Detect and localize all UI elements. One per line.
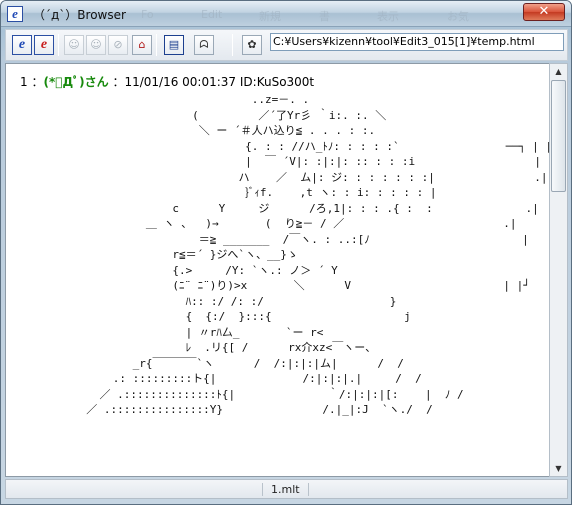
title-ghost-text: Edit <box>201 8 223 21</box>
post-author[interactable]: (*ﾟДﾟ)さん <box>43 75 108 89</box>
post-header: 1 ：(*ﾟДﾟ)さん ：11/01/16 00:01:37 ID:KuSo30… <box>20 73 314 90</box>
ascii-art-line: ／ .:::::::::::::::Y} /.|_|:J `ヽ./ / <box>20 403 433 416</box>
app-icon: e <box>7 6 23 22</box>
open-alt-button[interactable]: e <box>34 35 54 55</box>
ascii-art-line: (ﾆ¨ ﾆ¨)り)>x ＼ V | |┘ <box>20 279 530 292</box>
open-button[interactable]: e <box>12 35 32 55</box>
stop-button[interactable]: ⊘ <box>108 35 128 55</box>
scroll-down-icon[interactable]: ▼ <box>551 461 566 476</box>
ascii-art-line: ハ ／ ム|: ジ: : : : : : :| .| <box>20 170 548 184</box>
ascii-art-line: ＿ ヽ 、 )→ ( り≧－ / ／ .| <box>20 217 517 230</box>
address-input[interactable]: C:¥Users¥kizenn¥tool¥Edit3_015[1]¥temp.h… <box>270 33 564 51</box>
ascii-art-line: { {:/ }:::{ j <box>20 310 411 323</box>
title-bar[interactable]: e （´д`）Browser Fo Edit 新規 書 表示 お気 ✕ <box>1 1 571 27</box>
back-face-icon: ☺ <box>68 38 80 51</box>
ascii-art-line: _r{￣￣￣￣`ヽ / /:|:|:|ム| / / <box>20 356 404 370</box>
forward-face-icon: ☺ <box>90 38 102 51</box>
ascii-art: ..z=－. . ( ／´了Yr彡 ｀i:. :. ＼ ＼ ー ´＃人ハ込り≦ … <box>20 92 549 418</box>
settings-button[interactable]: ✿ <box>242 35 262 55</box>
post-info: ：11/01/16 00:01:37 ID:KuSo300t <box>112 75 315 89</box>
title-ghost-text: Fo <box>141 8 154 21</box>
back-button[interactable]: ☺ <box>64 35 84 55</box>
ie-red-icon: e <box>40 37 48 52</box>
post-view: 1 ：(*ﾟДﾟ)さん ：11/01/16 00:01:37 ID:KuSo30… <box>5 63 549 477</box>
browser-window: e （´д`）Browser Fo Edit 新規 書 表示 お気 ✕ e e … <box>0 0 572 505</box>
ascii-art-line: }ﾞｨf. ,t ヽ: : i: : : : : | <box>20 186 437 199</box>
ascii-art-line: ＼ ー ´＃人ハ込り≦ . . . : :. <box>20 124 376 137</box>
toolbar-separator <box>58 34 59 56</box>
vertical-scrollbar[interactable]: ▲ ▼ <box>549 63 568 477</box>
ascii-art-line: ／ .::::::::::::::ﾄ{| ｀/:|:|:|[: | ﾉ / <box>20 387 464 401</box>
ascii-art-line: {. : : //ハ_ﾄﾉ: : : : :` ──┐ | | <box>20 139 549 153</box>
title-ghost-text: お気 <box>447 10 469 23</box>
close-icon: ✕ <box>538 4 550 19</box>
ascii-art-line: .: :::::::::ト{| /:|:|:|.| / / <box>20 372 422 385</box>
home-button[interactable]: ⌂ <box>132 35 152 55</box>
mona-face-icon: ᗣ <box>199 38 209 51</box>
post-number: 1 <box>20 75 28 89</box>
ascii-art-line: ( ／´了Yr彡 ｀i:. :. ＼ <box>20 108 387 122</box>
ascii-art-line: ..z=－. . <box>20 93 310 106</box>
close-button[interactable]: ✕ <box>523 3 565 21</box>
stop-icon: ⊘ <box>113 38 123 51</box>
ascii-art-line: ＝≧ _______ /￣ヽ. : ..:[ﾉ | <box>20 232 529 246</box>
document-button[interactable]: ▤ <box>164 35 184 55</box>
ascii-art-line: ﾊ:: :/ /: :/ } <box>20 294 397 308</box>
title-ghost-text: 新規 <box>259 10 281 23</box>
gear-icon: ✿ <box>247 38 257 51</box>
scroll-thumb[interactable] <box>551 80 566 192</box>
window-title: （´д`）Browser <box>33 8 126 22</box>
forward-button[interactable]: ☺ <box>86 35 106 55</box>
mona-button[interactable]: ᗣ <box>194 35 214 55</box>
toolbar: e e ☺ ☺ ⊘ ⌂ ▤ ᗣ ✿ C:¥Users¥kizenn¥tool¥E… <box>5 29 568 61</box>
status-filename: 1.mlt <box>262 483 309 496</box>
post-separator: ： <box>31 75 44 89</box>
toolbar-separator <box>156 34 157 56</box>
home-icon: ⌂ <box>138 38 146 51</box>
ascii-art-line: | 〃rﾊ厶_ `ー r< <box>20 325 324 339</box>
toolbar-separator <box>232 34 233 56</box>
ascii-art-line: ﾚ .リ{[ / rx介xz<￣ヽー、 <box>20 341 377 354</box>
title-ghost-text: 表示 <box>377 10 399 23</box>
ascii-art-line: r≦＝´ }ジへ`ヽ、__}ゝ <box>20 248 298 261</box>
title-ghost-text: 書 <box>319 10 330 23</box>
ie-icon: e <box>18 37 26 52</box>
status-bar: 1.mlt <box>5 479 568 499</box>
ascii-art-line: | ￣ ´V|: :|:|: :: : : :i | <box>20 155 541 168</box>
ascii-art-line: c Y ジ /ろ,1|: : : .{ : : .| <box>20 201 539 215</box>
ascii-art-line: {.> /Y: `ヽ.: ノ＞ ´ Y <box>20 263 338 277</box>
scroll-up-icon[interactable]: ▲ <box>551 64 566 79</box>
document-icon: ▤ <box>168 38 180 51</box>
